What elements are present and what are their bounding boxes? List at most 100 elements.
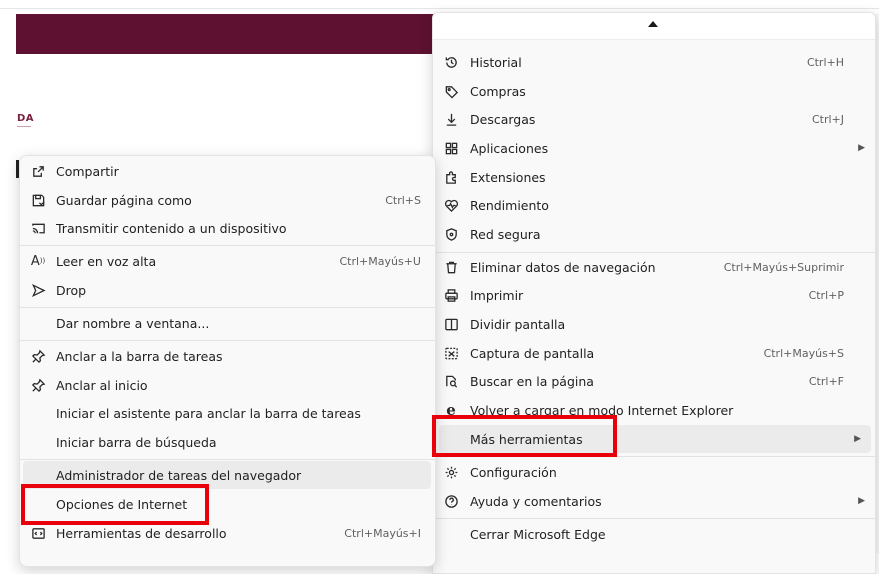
menu-item-label: Buscar en la página: [470, 373, 594, 389]
menu-item-label: Transmitir contenido a un dispositivo: [56, 220, 287, 236]
menu-item-shortcut: Ctrl+S: [385, 193, 421, 207]
menu-item-label: Eliminar datos de navegación: [470, 259, 656, 275]
menu-item-label: Rendimiento: [470, 197, 549, 213]
menu-item-label: Iniciar el asistente para anclar la barr…: [56, 405, 361, 421]
trash-icon: [443, 259, 459, 275]
save-page-icon: [30, 192, 46, 208]
pin-icon: [30, 348, 46, 364]
menu-item-label: Drop: [56, 282, 87, 298]
menu-item-downloads[interactable]: Descargas Ctrl+J: [433, 105, 875, 133]
menu-item-label: Herramientas de desarrollo: [56, 525, 227, 541]
menu-divider: [20, 340, 435, 341]
menu-item-label: Captura de pantalla: [470, 345, 595, 361]
menu-item-label: Aplicaciones: [470, 140, 549, 156]
menu-item-shortcut: Ctrl+H: [806, 55, 844, 69]
menu-item-save-page-as[interactable]: Guardar página como Ctrl+S: [20, 186, 435, 214]
menu-item-label: Más herramientas: [470, 431, 583, 447]
menu-item-label: Anclar al inicio: [56, 377, 148, 393]
share-icon: [30, 163, 46, 179]
menu-item-drop[interactable]: Drop: [20, 276, 435, 304]
menu-item-pin-start[interactable]: Anclar al inicio: [20, 371, 435, 399]
screenshot-icon: [443, 345, 459, 361]
menu-item-label: Cerrar Microsoft Edge: [470, 526, 606, 542]
menu-item-settings[interactable]: Configuración: [433, 458, 875, 486]
menu-item-secure-network[interactable]: Red segura: [433, 220, 875, 248]
page-logo-underline: [17, 126, 31, 127]
menu-item-internet-options[interactable]: Opciones de Internet: [20, 490, 435, 518]
menu-item-pin-taskbar[interactable]: Anclar a la barra de tareas: [20, 342, 435, 370]
menu-item-print[interactable]: Imprimir Ctrl+P: [433, 281, 875, 309]
print-icon: [443, 287, 459, 303]
apps-icon: [443, 140, 459, 156]
chevron-right-icon: ▶: [854, 434, 861, 444]
menu-item-label: Opciones de Internet: [56, 496, 188, 512]
menu-item-apps[interactable]: Aplicaciones ▶: [433, 134, 875, 162]
download-icon: [443, 111, 459, 127]
tag-icon: [443, 83, 459, 99]
menu-item-label: Leer en voz alta: [56, 253, 157, 269]
menu-item-name-window[interactable]: Dar nombre a ventana...: [20, 309, 435, 337]
split-screen-icon: [443, 316, 459, 332]
caret-up-icon: [648, 21, 658, 27]
menu-item-shortcut: Ctrl+Mayús+I: [344, 526, 421, 540]
menu-item-shopping[interactable]: Compras: [433, 77, 875, 105]
menu-item-performance[interactable]: Rendimiento: [433, 191, 875, 219]
menu-item-read-aloud[interactable]: A)) Leer en voz alta Ctrl+Mayús+U: [20, 247, 435, 275]
menu-item-split-screen[interactable]: Dividir pantalla: [433, 310, 875, 338]
menu-item-shortcut: Ctrl+J: [811, 112, 844, 126]
cast-icon: [30, 220, 46, 236]
menu-item-help-feedback[interactable]: Ayuda y comentarios ▶: [433, 487, 875, 515]
menu-item-shortcut: Ctrl+Mayús+S: [763, 346, 844, 360]
menu-item-more-tools[interactable]: Más herramientas ▶: [439, 425, 871, 453]
menu-item-clear-browsing-data[interactable]: Eliminar datos de navegación Ctrl+Mayús+…: [433, 253, 875, 281]
menu-item-label: Anclar a la barra de tareas: [56, 348, 223, 364]
extensions-icon: [443, 169, 459, 185]
shield-icon: [443, 226, 459, 242]
menu-divider: [20, 459, 435, 460]
menu-item-shortcut: Ctrl+Mayús+U: [339, 254, 421, 268]
menu-item-label: Imprimir: [470, 287, 524, 303]
edge-main-menu: Historial Ctrl+H Compras Descargas Ctrl+…: [432, 12, 876, 574]
menu-divider: [433, 518, 875, 519]
menu-item-label: Administrador de tareas del navegador: [56, 467, 302, 483]
menu-item-label: Dividir pantalla: [470, 316, 566, 332]
menu-partial-row: [433, 39, 875, 47]
menu-item-extensions[interactable]: Extensiones: [433, 163, 875, 191]
drop-icon: [30, 282, 46, 298]
menu-item-taskbar-wizard[interactable]: Iniciar el asistente para anclar la barr…: [20, 399, 435, 427]
find-icon: [443, 373, 459, 389]
menu-item-share[interactable]: Compartir: [20, 157, 435, 185]
page-logo: DA: [17, 113, 35, 124]
menu-item-shortcut: Ctrl+Mayús+Suprimir: [723, 260, 844, 274]
menu-item-shortcut: Ctrl+P: [808, 288, 844, 302]
menu-item-label: Dar nombre a ventana...: [56, 315, 210, 331]
menu-item-history[interactable]: Historial Ctrl+H: [433, 48, 875, 76]
chevron-right-icon: ▶: [858, 496, 865, 506]
menu-item-label: Compras: [470, 83, 526, 99]
menu-scroll-up-button[interactable]: [433, 13, 875, 40]
menu-item-close-edge[interactable]: Cerrar Microsoft Edge: [433, 520, 875, 548]
menu-item-developer-tools[interactable]: Herramientas de desarrollo Ctrl+Mayús+I: [20, 519, 435, 547]
menu-item-label: Descargas: [470, 111, 536, 127]
chevron-right-icon: ▶: [858, 143, 865, 153]
menu-item-label: Compartir: [56, 163, 119, 179]
menu-item-ie-mode[interactable]: e Volver a cargar en modo Internet Explo…: [433, 396, 875, 424]
menu-item-task-manager[interactable]: Administrador de tareas del navegador: [23, 461, 431, 489]
pin-icon: [30, 377, 46, 393]
history-icon: [443, 54, 459, 70]
menu-item-label: Red segura: [470, 226, 541, 242]
menu-item-label: Ayuda y comentarios: [470, 493, 602, 509]
read-aloud-icon: A)): [30, 253, 46, 269]
dev-tools-icon: [30, 525, 46, 541]
menu-item-cast[interactable]: Transmitir contenido a un dispositivo: [20, 214, 435, 242]
menu-item-shortcut: Ctrl+F: [808, 374, 844, 388]
menu-item-screenshot[interactable]: Captura de pantalla Ctrl+Mayús+S: [433, 339, 875, 367]
menu-item-label: Configuración: [470, 464, 557, 480]
menu-item-label: Iniciar barra de búsqueda: [56, 434, 217, 450]
menu-item-label: Guardar página como: [56, 192, 192, 208]
menu-item-label: Volver a cargar en modo Internet Explore…: [470, 402, 734, 418]
ie-icon: e: [446, 401, 456, 419]
menu-item-search-bar[interactable]: Iniciar barra de búsqueda: [20, 428, 435, 456]
menu-item-find-on-page[interactable]: Buscar en la página Ctrl+F: [433, 367, 875, 395]
page-top-border: [0, 8, 879, 9]
